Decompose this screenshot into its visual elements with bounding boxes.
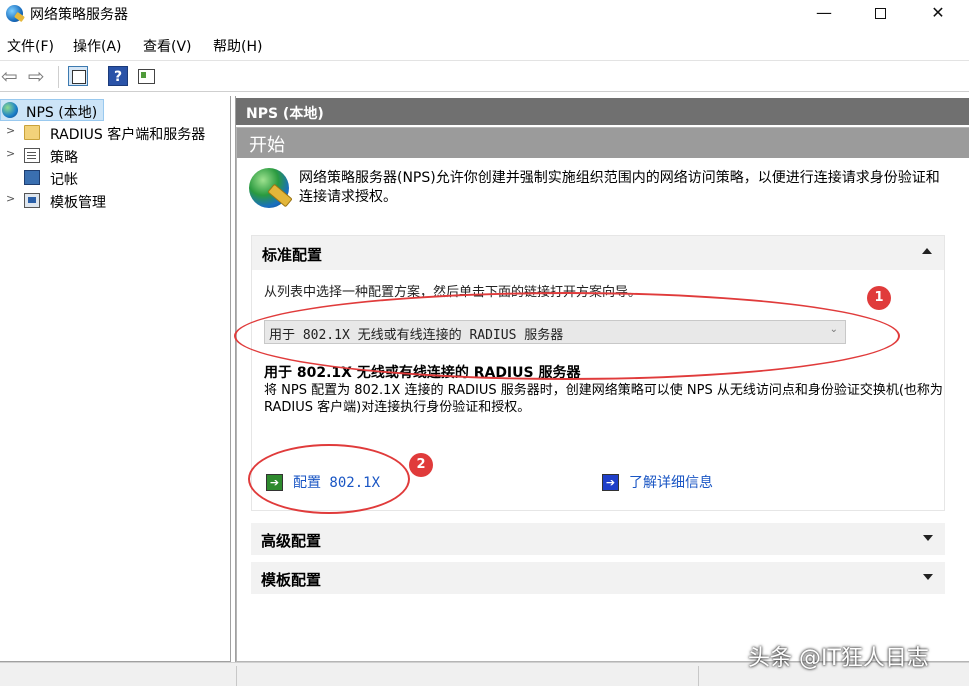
tree-item-label: 模板管理 [50,195,106,211]
section-title: 标准配置 [262,246,323,264]
toolbar: ⇦ ⇨ ? [0,60,969,92]
status-separator [236,666,237,686]
annotation-badge-1: 1 [867,286,891,310]
maximize-icon [874,8,886,19]
console-tree: NPS (本地) > RADIUS 客户端和服务器 > 策略 记帐 > 模板管理 [0,96,231,662]
tree-item-radius-clients-servers[interactable]: > RADIUS 客户端和服务器 [0,122,231,144]
expand-chevron-icon[interactable]: > [6,147,15,160]
details-header: NPS (本地) [236,98,969,125]
accounting-icon [24,170,40,185]
scenario-description: 将 NPS 配置为 802.1X 连接的 RADIUS 服务器时，创建网络策略可… [264,383,943,415]
expand-chevron-icon[interactable]: > [6,124,15,137]
blue-arrow-icon: ➔ [602,474,619,491]
back-arrow-icon[interactable]: ⇦ [1,66,21,86]
details-body: 开始 网络策略服务器(NPS)允许你创建并强制实施组织范围内的网络访问策略，以便… [236,127,969,662]
menu-file[interactable]: 文件(F) [7,36,54,56]
intro-text: 网络策略服务器(NPS)允许你创建并强制实施组织范围内的网络访问策略，以便进行连… [299,170,940,205]
menu-view[interactable]: 查看(V) [143,36,192,56]
tree-root-nps[interactable]: NPS (本地) [0,99,104,121]
link-label: 了解详细信息 [629,475,713,491]
watermark-text: 头条 @IT狂人日志 [748,646,929,671]
section-title: 模板配置 [261,571,322,589]
menu-bar: 文件(F) 操作(A) 查看(V) 帮助(H) [0,33,969,57]
tree-item-label: RADIUS 客户端和服务器 [50,127,206,143]
minimize-button[interactable]: — [796,0,852,26]
advanced-configuration-section[interactable]: 高级配置 [251,523,945,555]
section-title: 高级配置 [261,532,322,550]
annotation-ellipse-2 [248,444,410,514]
tree-item-policies[interactable]: > 策略 [0,145,231,167]
expand-arrow-icon[interactable] [923,535,933,541]
template-configuration-section[interactable]: 模板配置 [251,562,945,594]
menu-help[interactable]: 帮助(H) [213,36,262,56]
close-button[interactable]: ✕ [910,0,966,26]
tree-root-label: NPS (本地) [26,105,98,121]
policy-icon [24,148,40,163]
forward-arrow-icon[interactable]: ⇨ [28,66,48,86]
getting-started-title: 开始 [237,128,969,158]
properties-icon[interactable] [136,66,156,86]
menu-action[interactable]: 操作(A) [73,36,122,56]
window-title: 网络策略服务器 [30,7,128,23]
nps-globe-key-icon [249,168,289,208]
annotation-badge-2: 2 [409,453,433,477]
help-icon[interactable]: ? [108,66,128,86]
folder-icon [24,125,40,140]
template-icon [24,193,40,208]
tree-item-label: 策略 [50,150,78,166]
toolbar-separator [58,66,59,88]
nps-globe-icon [2,102,18,118]
status-separator [698,666,699,686]
show-hide-tree-icon[interactable] [68,66,88,86]
maximize-button[interactable] [852,0,908,26]
nps-app-icon [6,5,23,22]
tree-item-accounting[interactable]: 记帐 [0,167,231,189]
annotation-ellipse-1 [234,292,900,380]
title-bar: 网络策略服务器 — ✕ [0,0,969,28]
tree-item-template-management[interactable]: > 模板管理 [0,190,231,212]
expand-arrow-icon[interactable] [923,574,933,580]
collapse-arrow-icon[interactable] [922,248,932,254]
tree-item-label: 记帐 [50,172,78,188]
expand-chevron-icon[interactable]: > [6,192,15,205]
standard-configuration-header[interactable]: 标准配置 [252,236,944,270]
